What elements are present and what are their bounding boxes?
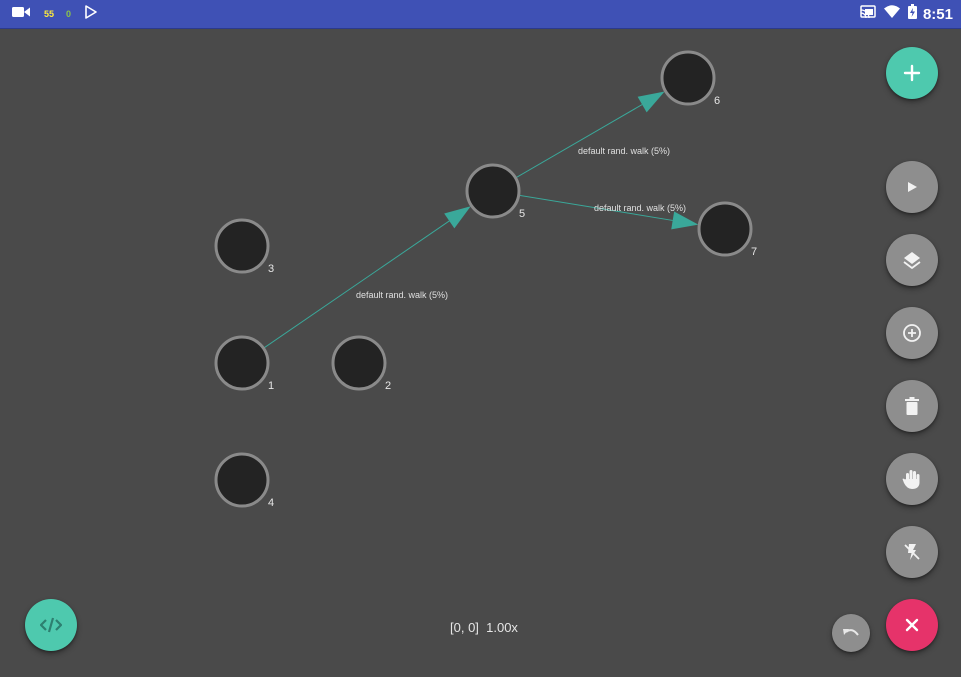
graph-canvas[interactable]: default rand. walk (5%) default rand. wal…: [0, 0, 961, 677]
trash-icon: [905, 397, 919, 415]
node-circle: [331, 335, 387, 391]
node-label: 1: [268, 380, 274, 392]
graph-node-6[interactable]: 6: [660, 50, 720, 107]
code-button[interactable]: [25, 599, 77, 651]
node-label: 3: [268, 263, 274, 275]
plus-icon: [903, 64, 921, 82]
play-icon: [908, 182, 917, 192]
close-icon: [905, 618, 919, 632]
node-circle: [697, 201, 753, 257]
delete-button[interactable]: [886, 380, 938, 432]
undo-icon: [843, 629, 859, 636]
layers-button[interactable]: [886, 234, 938, 286]
close-button[interactable]: [886, 599, 938, 651]
code-icon: [40, 617, 62, 633]
undo-button[interactable]: [832, 614, 870, 652]
viewport-readout: [0, 0] 1.00x: [450, 620, 518, 635]
add-circle-icon: [903, 324, 921, 342]
play-button[interactable]: [886, 161, 938, 213]
node-label: 7: [751, 246, 757, 258]
add-node-button[interactable]: [886, 47, 938, 99]
hand-icon: [902, 470, 920, 489]
edge-label: default rand. walk (5%): [356, 290, 448, 300]
node-circle: [660, 50, 716, 106]
edge-arrowhead: [671, 211, 699, 230]
graph-node-3[interactable]: 3: [214, 218, 274, 275]
edge-label: default rand. walk (5%): [594, 203, 686, 213]
node-label: 2: [385, 380, 391, 392]
node-label: 5: [519, 208, 525, 220]
pan-button[interactable]: [886, 453, 938, 505]
graph-node-2[interactable]: 2: [331, 335, 391, 392]
graph-node-1[interactable]: 1: [214, 335, 274, 392]
graph-node-4[interactable]: 4: [214, 452, 274, 509]
edge-label: default rand. walk (5%): [578, 146, 670, 156]
edge-arrowhead: [444, 206, 471, 229]
graph-node-5[interactable]: 5: [465, 163, 525, 220]
node-circle: [214, 218, 270, 274]
flash-off-icon: [904, 544, 920, 560]
app-screen: 55 0 8:51 default rand. walk (5%) default…: [0, 0, 961, 677]
node-circle: [465, 163, 521, 219]
add-circle-button[interactable]: [886, 307, 938, 359]
edge-arrowhead: [637, 91, 665, 113]
edge-5-6[interactable]: default rand. walk (5%): [492, 91, 670, 192]
node-label: 6: [714, 95, 720, 107]
node-circle: [214, 335, 270, 391]
node-circle: [214, 452, 270, 508]
layers-icon: [903, 252, 921, 269]
flash-off-button[interactable]: [886, 526, 938, 578]
node-label: 4: [268, 497, 274, 509]
graph-node-7[interactable]: 7: [697, 201, 757, 258]
